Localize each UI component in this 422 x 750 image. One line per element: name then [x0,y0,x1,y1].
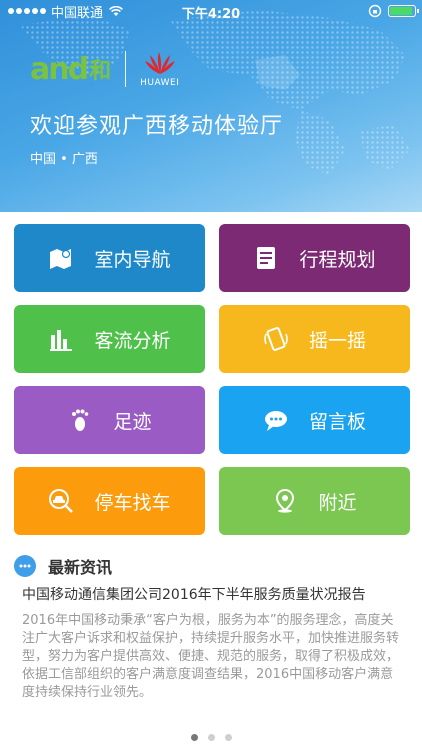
header-banner: 中国联通 下午4:20 and 和 HUAWEI 欢迎参观广西移动体验厅 中国 … [0,0,422,212]
tile-parking[interactable]: 停车找车 [14,467,205,535]
news-section-title: 最新资讯 [48,558,113,577]
status-bar: 中国联通 下午4:20 [0,0,422,22]
huawei-logo: HUAWEI [140,50,179,88]
shake-phone-icon [263,326,289,352]
tile-label: 附近 [318,491,357,514]
tile-nearby[interactable]: 附近 [219,467,410,535]
bar-chart-icon [48,326,74,352]
tile-itinerary[interactable]: 行程规划 [219,224,410,292]
he-logo-text: 和 [89,59,112,84]
tile-label: 留言板 [308,410,366,433]
news-section-header: 最新资讯 [14,554,112,578]
tile-label: 室内导航 [94,248,171,271]
tile-shake[interactable]: 摇一摇 [219,305,410,373]
tile-traffic-analysis[interactable]: 客流分析 [14,305,205,373]
tile-message-board[interactable]: 留言板 [219,386,410,454]
chat-bubble-icon [263,407,289,433]
tile-label: 停车找车 [94,491,171,514]
location-label: 中国 • 广西 [30,152,98,167]
world-map-background [20,10,410,175]
battery-icon [388,5,419,17]
footprint-icon [67,407,93,433]
news-chat-icon [14,555,36,577]
clock: 下午4:20 [181,7,241,22]
brand-logos: and 和 HUAWEI [30,50,179,88]
tile-footprint[interactable]: 足迹 [14,386,205,454]
news-headline-link[interactable]: 中国移动通信集团公司2016年下半年服务质量状况报告 [22,584,402,604]
page-dot[interactable] [207,734,215,741]
tile-label: 足迹 [113,410,152,433]
car-icon [48,488,74,514]
welcome-title: 欢迎参观广西移动体验厅 [30,114,284,139]
document-icon [253,245,279,271]
map-icon [48,245,74,271]
and-he-logo: and [30,51,89,87]
page-dot[interactable] [190,734,198,741]
page-indicator [0,734,422,741]
tile-label: 摇一摇 [308,329,366,352]
news-body-text: 2016年中国移动秉承“客户为根，服务为本”的服务理念，高度关注广大客户诉求和权… [22,613,400,700]
rotation-lock-icon [368,4,382,18]
page-dot[interactable] [224,734,232,741]
logo-divider [125,51,127,87]
tile-indoor-navigation[interactable]: 室内导航 [14,224,205,292]
tile-label: 行程规划 [299,248,376,271]
tile-label: 客流分析 [94,329,171,352]
location-pin-icon [272,488,298,514]
huawei-wordmark: HUAWEI [140,78,180,88]
huawei-flower-icon [144,52,175,74]
